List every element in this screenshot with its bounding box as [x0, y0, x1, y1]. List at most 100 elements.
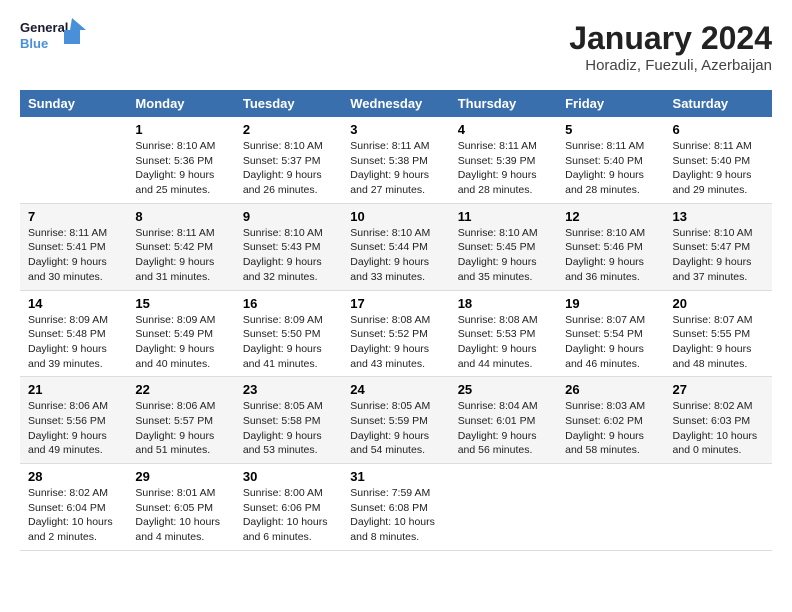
- day-cell: 18 Sunrise: 8:08 AMSunset: 5:53 PMDaylig…: [450, 290, 557, 377]
- location-subtitle: Horadiz, Fuezuli, Azerbaijan: [569, 57, 772, 74]
- day-number: 15: [135, 296, 226, 311]
- day-number: 16: [243, 296, 334, 311]
- day-cell: [20, 117, 127, 203]
- day-cell: 25 Sunrise: 8:04 AMSunset: 6:01 PMDaylig…: [450, 377, 557, 464]
- header-cell-wednesday: Wednesday: [342, 90, 449, 117]
- header-cell-thursday: Thursday: [450, 90, 557, 117]
- day-cell: 3 Sunrise: 8:11 AMSunset: 5:38 PMDayligh…: [342, 117, 449, 203]
- cell-info: Sunrise: 8:10 AMSunset: 5:46 PMDaylight:…: [565, 226, 656, 285]
- calendar-table: SundayMondayTuesdayWednesdayThursdayFrid…: [20, 90, 772, 551]
- day-cell: 9 Sunrise: 8:10 AMSunset: 5:43 PMDayligh…: [235, 203, 342, 290]
- logo: General Blue: [20, 20, 76, 64]
- day-cell: 7 Sunrise: 8:11 AMSunset: 5:41 PMDayligh…: [20, 203, 127, 290]
- cell-info: Sunrise: 8:11 AMSunset: 5:39 PMDaylight:…: [458, 139, 549, 198]
- header-cell-tuesday: Tuesday: [235, 90, 342, 117]
- cell-info: Sunrise: 8:08 AMSunset: 5:53 PMDaylight:…: [458, 313, 549, 372]
- day-number: 4: [458, 122, 549, 137]
- cell-info: Sunrise: 8:08 AMSunset: 5:52 PMDaylight:…: [350, 313, 441, 372]
- day-cell: 28 Sunrise: 8:02 AMSunset: 6:04 PMDaylig…: [20, 464, 127, 551]
- cell-info: Sunrise: 8:04 AMSunset: 6:01 PMDaylight:…: [458, 399, 549, 458]
- cell-info: Sunrise: 8:11 AMSunset: 5:38 PMDaylight:…: [350, 139, 441, 198]
- week-row-5: 28 Sunrise: 8:02 AMSunset: 6:04 PMDaylig…: [20, 464, 772, 551]
- day-cell: 15 Sunrise: 8:09 AMSunset: 5:49 PMDaylig…: [127, 290, 234, 377]
- cell-info: Sunrise: 8:11 AMSunset: 5:42 PMDaylight:…: [135, 226, 226, 285]
- cell-info: Sunrise: 8:06 AMSunset: 5:56 PMDaylight:…: [28, 399, 119, 458]
- cell-info: Sunrise: 8:01 AMSunset: 6:05 PMDaylight:…: [135, 486, 226, 545]
- cell-info: Sunrise: 8:10 AMSunset: 5:37 PMDaylight:…: [243, 139, 334, 198]
- day-number: 17: [350, 296, 441, 311]
- day-cell: 17 Sunrise: 8:08 AMSunset: 5:52 PMDaylig…: [342, 290, 449, 377]
- day-cell: 24 Sunrise: 8:05 AMSunset: 5:59 PMDaylig…: [342, 377, 449, 464]
- day-number: 26: [565, 382, 656, 397]
- day-cell: 11 Sunrise: 8:10 AMSunset: 5:45 PMDaylig…: [450, 203, 557, 290]
- cell-info: Sunrise: 8:00 AMSunset: 6:06 PMDaylight:…: [243, 486, 334, 545]
- cell-info: Sunrise: 8:10 AMSunset: 5:36 PMDaylight:…: [135, 139, 226, 198]
- day-cell: 10 Sunrise: 8:10 AMSunset: 5:44 PMDaylig…: [342, 203, 449, 290]
- cell-info: Sunrise: 8:02 AMSunset: 6:04 PMDaylight:…: [28, 486, 119, 545]
- day-cell: 12 Sunrise: 8:10 AMSunset: 5:46 PMDaylig…: [557, 203, 664, 290]
- day-number: 6: [673, 122, 764, 137]
- cell-info: Sunrise: 8:10 AMSunset: 5:43 PMDaylight:…: [243, 226, 334, 285]
- day-number: 2: [243, 122, 334, 137]
- cell-info: Sunrise: 8:02 AMSunset: 6:03 PMDaylight:…: [673, 399, 764, 458]
- day-cell: 27 Sunrise: 8:02 AMSunset: 6:03 PMDaylig…: [665, 377, 772, 464]
- title-area: January 2024 Horadiz, Fuezuli, Azerbaija…: [569, 20, 772, 74]
- day-number: 10: [350, 209, 441, 224]
- page-header: General Blue January 2024 Horadiz, Fuezu…: [20, 20, 772, 74]
- day-cell: [665, 464, 772, 551]
- day-cell: 19 Sunrise: 8:07 AMSunset: 5:54 PMDaylig…: [557, 290, 664, 377]
- header-cell-sunday: Sunday: [20, 90, 127, 117]
- day-number: 14: [28, 296, 119, 311]
- day-cell: [450, 464, 557, 551]
- day-number: 25: [458, 382, 549, 397]
- day-number: 1: [135, 122, 226, 137]
- day-number: 7: [28, 209, 119, 224]
- day-number: 29: [135, 469, 226, 484]
- day-cell: 31 Sunrise: 7:59 AMSunset: 6:08 PMDaylig…: [342, 464, 449, 551]
- day-number: 8: [135, 209, 226, 224]
- day-number: 11: [458, 209, 549, 224]
- day-cell: 23 Sunrise: 8:05 AMSunset: 5:58 PMDaylig…: [235, 377, 342, 464]
- week-row-4: 21 Sunrise: 8:06 AMSunset: 5:56 PMDaylig…: [20, 377, 772, 464]
- cell-info: Sunrise: 8:09 AMSunset: 5:50 PMDaylight:…: [243, 313, 334, 372]
- cell-info: Sunrise: 8:09 AMSunset: 5:49 PMDaylight:…: [135, 313, 226, 372]
- cell-info: Sunrise: 8:03 AMSunset: 6:02 PMDaylight:…: [565, 399, 656, 458]
- day-cell: 22 Sunrise: 8:06 AMSunset: 5:57 PMDaylig…: [127, 377, 234, 464]
- day-number: 30: [243, 469, 334, 484]
- cell-info: Sunrise: 8:07 AMSunset: 5:55 PMDaylight:…: [673, 313, 764, 372]
- day-number: 23: [243, 382, 334, 397]
- cell-info: Sunrise: 7:59 AMSunset: 6:08 PMDaylight:…: [350, 486, 441, 545]
- day-number: 12: [565, 209, 656, 224]
- week-row-3: 14 Sunrise: 8:09 AMSunset: 5:48 PMDaylig…: [20, 290, 772, 377]
- day-cell: 5 Sunrise: 8:11 AMSunset: 5:40 PMDayligh…: [557, 117, 664, 203]
- day-number: 20: [673, 296, 764, 311]
- cell-info: Sunrise: 8:10 AMSunset: 5:47 PMDaylight:…: [673, 226, 764, 285]
- day-cell: 6 Sunrise: 8:11 AMSunset: 5:40 PMDayligh…: [665, 117, 772, 203]
- cell-info: Sunrise: 8:11 AMSunset: 5:40 PMDaylight:…: [673, 139, 764, 198]
- header-row: SundayMondayTuesdayWednesdayThursdayFrid…: [20, 90, 772, 117]
- day-cell: 21 Sunrise: 8:06 AMSunset: 5:56 PMDaylig…: [20, 377, 127, 464]
- day-cell: 2 Sunrise: 8:10 AMSunset: 5:37 PMDayligh…: [235, 117, 342, 203]
- header-cell-monday: Monday: [127, 90, 234, 117]
- day-cell: 30 Sunrise: 8:00 AMSunset: 6:06 PMDaylig…: [235, 464, 342, 551]
- day-cell: 1 Sunrise: 8:10 AMSunset: 5:36 PMDayligh…: [127, 117, 234, 203]
- cell-info: Sunrise: 8:06 AMSunset: 5:57 PMDaylight:…: [135, 399, 226, 458]
- day-cell: 16 Sunrise: 8:09 AMSunset: 5:50 PMDaylig…: [235, 290, 342, 377]
- day-cell: [557, 464, 664, 551]
- day-number: 21: [28, 382, 119, 397]
- day-number: 18: [458, 296, 549, 311]
- day-number: 28: [28, 469, 119, 484]
- day-number: 9: [243, 209, 334, 224]
- cell-info: Sunrise: 8:11 AMSunset: 5:41 PMDaylight:…: [28, 226, 119, 285]
- cell-info: Sunrise: 8:10 AMSunset: 5:45 PMDaylight:…: [458, 226, 549, 285]
- header-cell-friday: Friday: [557, 90, 664, 117]
- day-cell: 14 Sunrise: 8:09 AMSunset: 5:48 PMDaylig…: [20, 290, 127, 377]
- header-cell-saturday: Saturday: [665, 90, 772, 117]
- month-title: January 2024: [569, 20, 772, 57]
- day-number: 31: [350, 469, 441, 484]
- day-number: 13: [673, 209, 764, 224]
- week-row-1: 1 Sunrise: 8:10 AMSunset: 5:36 PMDayligh…: [20, 117, 772, 203]
- day-cell: 29 Sunrise: 8:01 AMSunset: 6:05 PMDaylig…: [127, 464, 234, 551]
- day-number: 3: [350, 122, 441, 137]
- day-cell: 26 Sunrise: 8:03 AMSunset: 6:02 PMDaylig…: [557, 377, 664, 464]
